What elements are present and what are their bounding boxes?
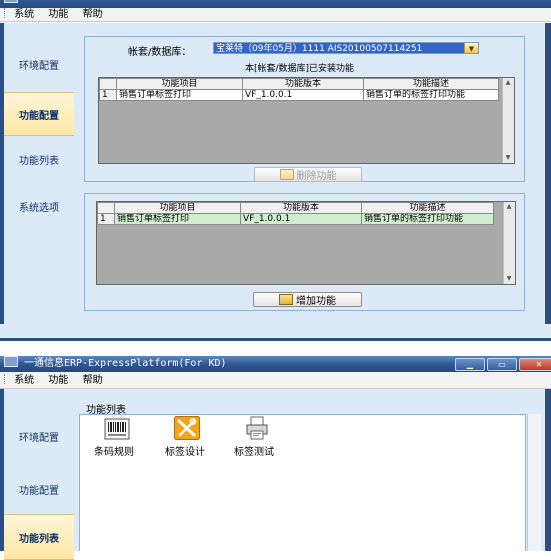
delete-icon [279, 169, 294, 180]
function-list-scrollbar[interactable] [527, 414, 541, 551]
installed-grid[interactable]: 功能项目 功能版本 功能描述 1 销售订单标签打印 VF_1.0.0.1 销售订… [98, 77, 515, 164]
menubar-grip [4, 8, 8, 18]
scroll-up-icon[interactable]: ▲ [505, 203, 513, 211]
account-combo-value: 宝莱特（09年05月）1111 AIS20100507114251 [214, 43, 464, 53]
account-label: 帐套/数据库： [128, 47, 192, 58]
nav-function-config[interactable]: 功能配置 [4, 92, 74, 136]
add-icon [279, 294, 293, 305]
maximize-icon[interactable]: ▭ [487, 358, 517, 371]
col-header-desc[interactable]: 功能描述 [363, 78, 499, 90]
printer-icon[interactable] [245, 416, 269, 440]
table-row[interactable]: 1 销售订单标签打印 VF_1.0.0.1 销售订单的标签打印功能 [97, 213, 494, 225]
nav-function-list[interactable]: 功能列表 [4, 138, 74, 180]
window1-sidenav: 环境配置 功能配置 功能列表 系统选项 [4, 23, 74, 324]
window1-titlebar [0, 0, 551, 8]
close-icon[interactable]: ✕ [519, 358, 551, 371]
function-label-label-design[interactable]: 标签设计 [165, 443, 205, 458]
window1-status-area [0, 324, 551, 341]
menubar-grip [4, 374, 8, 384]
barcode-icon[interactable] [104, 418, 130, 440]
col-header-desc[interactable]: 功能描述 [361, 202, 494, 214]
app-icon [4, 356, 18, 367]
menu-function[interactable]: 功能 [48, 375, 68, 386]
col-header-item[interactable]: 功能项目 [114, 202, 241, 214]
scroll-down-icon[interactable]: ▼ [505, 275, 513, 283]
window2-frame-right [545, 389, 551, 551]
delete-function-button[interactable]: 删除功能 [254, 167, 362, 182]
scroll-up-icon[interactable]: ▲ [504, 79, 512, 87]
chevron-down-icon[interactable]: ▼ [464, 43, 478, 53]
window2-sidenav: 环境配置 功能配置 功能列表 [4, 389, 74, 560]
minimize-icon[interactable]: ▁ [455, 358, 485, 371]
app-icon [4, 0, 18, 3]
account-combo[interactable]: 宝莱特（09年05月）1111 AIS20100507114251 ▼ [213, 42, 479, 54]
table-row[interactable]: 1 销售订单标签打印 VF_1.0.0.1 销售订单的标签打印功能 [99, 89, 499, 101]
nav-env-config[interactable]: 环境配置 [4, 43, 74, 85]
grid-scrollbar[interactable]: ▲ ▼ [502, 78, 514, 163]
nav-env-config[interactable]: 环境配置 [4, 415, 74, 457]
add-function-button[interactable]: 增加功能 [253, 292, 362, 307]
menu-system[interactable]: 系统 [14, 9, 34, 20]
installed-caption: 本[帐套/数据库]已安装功能 [245, 64, 355, 74]
grid-header-row: 功能项目 功能版本 功能描述 [97, 202, 494, 214]
col-header-version[interactable]: 功能版本 [240, 202, 362, 214]
nav-system-options[interactable]: 系统选项 [4, 185, 74, 227]
function-label-barcode[interactable]: 条码规则 [94, 443, 134, 458]
menu-help[interactable]: 帮助 [83, 9, 103, 20]
col-header-version[interactable]: 功能版本 [242, 78, 364, 90]
nav-function-list[interactable]: 功能列表 [4, 514, 74, 560]
scroll-down-icon[interactable]: ▼ [504, 154, 512, 162]
menu-function[interactable]: 功能 [48, 9, 68, 20]
nav-function-config[interactable]: 功能配置 [4, 468, 74, 510]
window1-menubar: 系统 功能 帮助 [0, 8, 551, 22]
window2-menubar: 系统 功能 帮助 [0, 372, 551, 389]
grid-scrollbar[interactable]: ▲ ▼ [503, 202, 515, 284]
function-label-label-test[interactable]: 标签测试 [234, 443, 274, 458]
menu-system[interactable]: 系统 [14, 375, 34, 386]
menu-help[interactable]: 帮助 [83, 375, 103, 386]
grid-header-row: 功能项目 功能版本 功能描述 [99, 78, 499, 90]
window2-title: 一通信息ERP-ExpressPlatform(For KD) [24, 358, 227, 369]
window1-frame-right [545, 23, 551, 341]
function-list-panel [79, 414, 526, 551]
tools-icon[interactable] [174, 416, 200, 440]
window2-controls: ▁ ▭ ✕ [455, 358, 551, 371]
available-grid[interactable]: 功能项目 功能版本 功能描述 1 销售订单标签打印 VF_1.0.0.1 销售订… [96, 201, 516, 285]
col-header-item[interactable]: 功能项目 [116, 78, 243, 90]
